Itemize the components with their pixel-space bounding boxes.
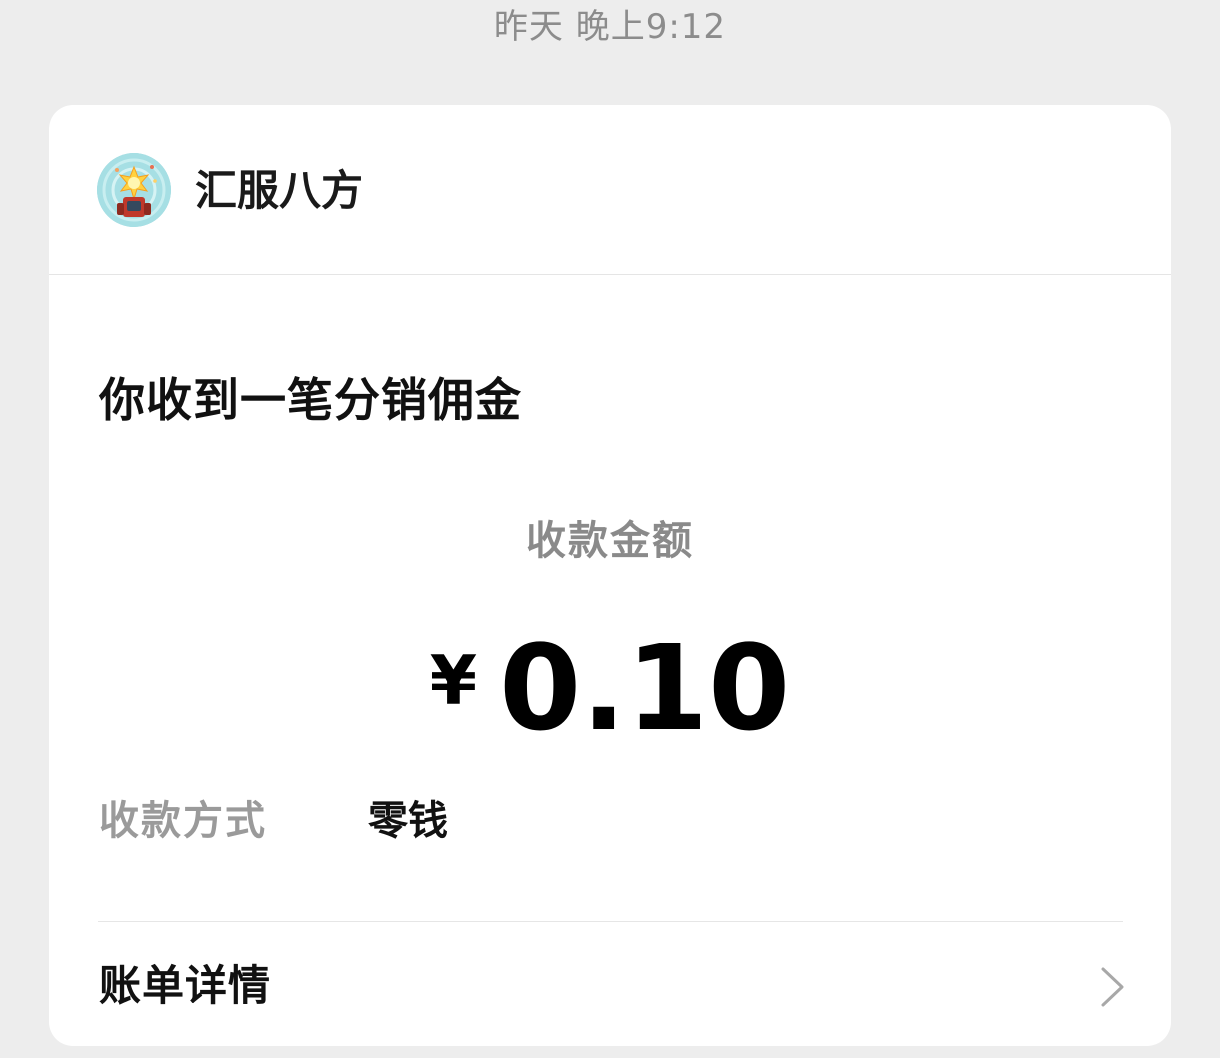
message-timestamp: 昨天 晚上9:12 xyxy=(493,7,727,47)
amount-label: 收款金额 xyxy=(526,518,694,564)
payment-method-value: 零钱 xyxy=(368,798,448,844)
currency-symbol: ¥ xyxy=(429,642,478,721)
payment-notification-card[interactable]: 汇服八方 你收到一笔分销佣金 收款金额 ¥0.10 收款方式 零钱 账单详情 xyxy=(49,105,1171,1046)
amount-display: ¥0.10 xyxy=(49,623,1171,789)
bill-details-link[interactable]: 账单详情 xyxy=(49,922,1171,1046)
merchant-avatar-icon[interactable] xyxy=(97,153,171,227)
chevron-right-icon xyxy=(1097,966,1127,1008)
bill-details-label: 账单详情 xyxy=(99,961,272,1010)
amount-value: 0.10 xyxy=(499,619,791,757)
notification-title: 你收到一笔分销佣金 xyxy=(99,373,522,427)
payment-method-label: 收款方式 xyxy=(99,798,267,844)
card-header[interactable]: 汇服八方 xyxy=(49,105,1171,275)
payment-method-row: 收款方式 零钱 xyxy=(99,789,1099,853)
merchant-name[interactable]: 汇服八方 xyxy=(195,162,363,220)
